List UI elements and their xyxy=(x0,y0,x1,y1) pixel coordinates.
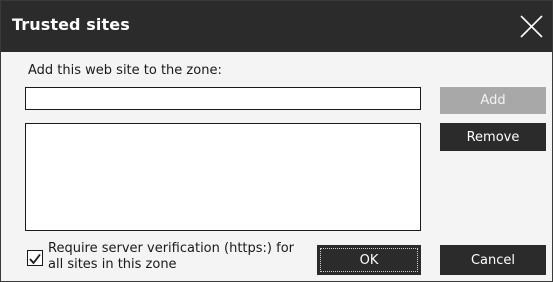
ok-button[interactable]: OK xyxy=(317,245,421,275)
remove-button-label: Remove xyxy=(466,129,520,145)
checkmark-icon xyxy=(29,253,41,265)
close-button[interactable] xyxy=(513,7,550,46)
require-https-label[interactable]: Require server verification (https:) for… xyxy=(48,241,310,273)
add-button[interactable]: Add xyxy=(440,87,546,114)
cancel-button[interactable]: Cancel xyxy=(440,245,546,275)
dialog-title: Trusted sites xyxy=(12,15,130,34)
cancel-button-label: Cancel xyxy=(470,252,516,268)
remove-button[interactable]: Remove xyxy=(440,123,546,151)
close-icon xyxy=(520,15,543,38)
add-button-label: Add xyxy=(480,93,506,108)
require-https-label-line1: Require server verification (https:) for xyxy=(48,241,294,256)
require-https-checkbox[interactable] xyxy=(27,250,43,266)
trusted-sites-dialog: Trusted sites Add this web site to the z… xyxy=(0,0,553,282)
add-site-prompt: Add this web site to the zone: xyxy=(28,63,222,78)
require-https-label-line2: all sites in this zone xyxy=(48,257,177,272)
websites-list[interactable] xyxy=(25,123,421,231)
site-url-input[interactable] xyxy=(25,87,421,110)
title-bar[interactable]: Trusted sites xyxy=(1,1,552,52)
ok-button-label: OK xyxy=(359,252,379,268)
